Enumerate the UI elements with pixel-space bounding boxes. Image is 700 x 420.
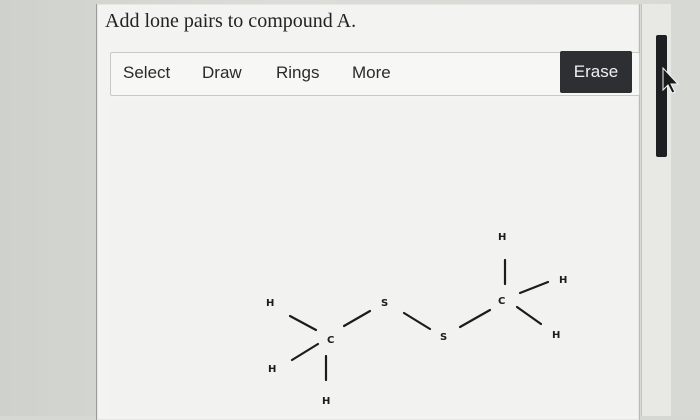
molecule-structure: H H H C S S C H H H [266,66,680,407]
atom-h-right-bottom: H [552,330,560,341]
bond-s-s [402,311,432,331]
bond-c-s-first [342,309,372,328]
bond-h-c-left-top [288,314,318,332]
atom-s-second: S [440,332,447,343]
atom-c-right: C [498,296,505,307]
atom-h-left-top: H [266,298,274,309]
bond-s-c-right [458,308,492,329]
atom-h-left-bottom: H [268,364,276,375]
atom-s-first: S [381,298,388,309]
bond-c-h-right-bottom [515,305,543,326]
bond-c-h-right-top [518,280,550,295]
atom-h-top: H [498,232,506,243]
atom-c-left: C [327,335,334,346]
mouse-cursor-icon [662,66,680,94]
atom-h-right-top: H [559,275,567,286]
bond-h-c-left-bottom [290,342,320,362]
atom-h-bottom: H [322,396,330,407]
